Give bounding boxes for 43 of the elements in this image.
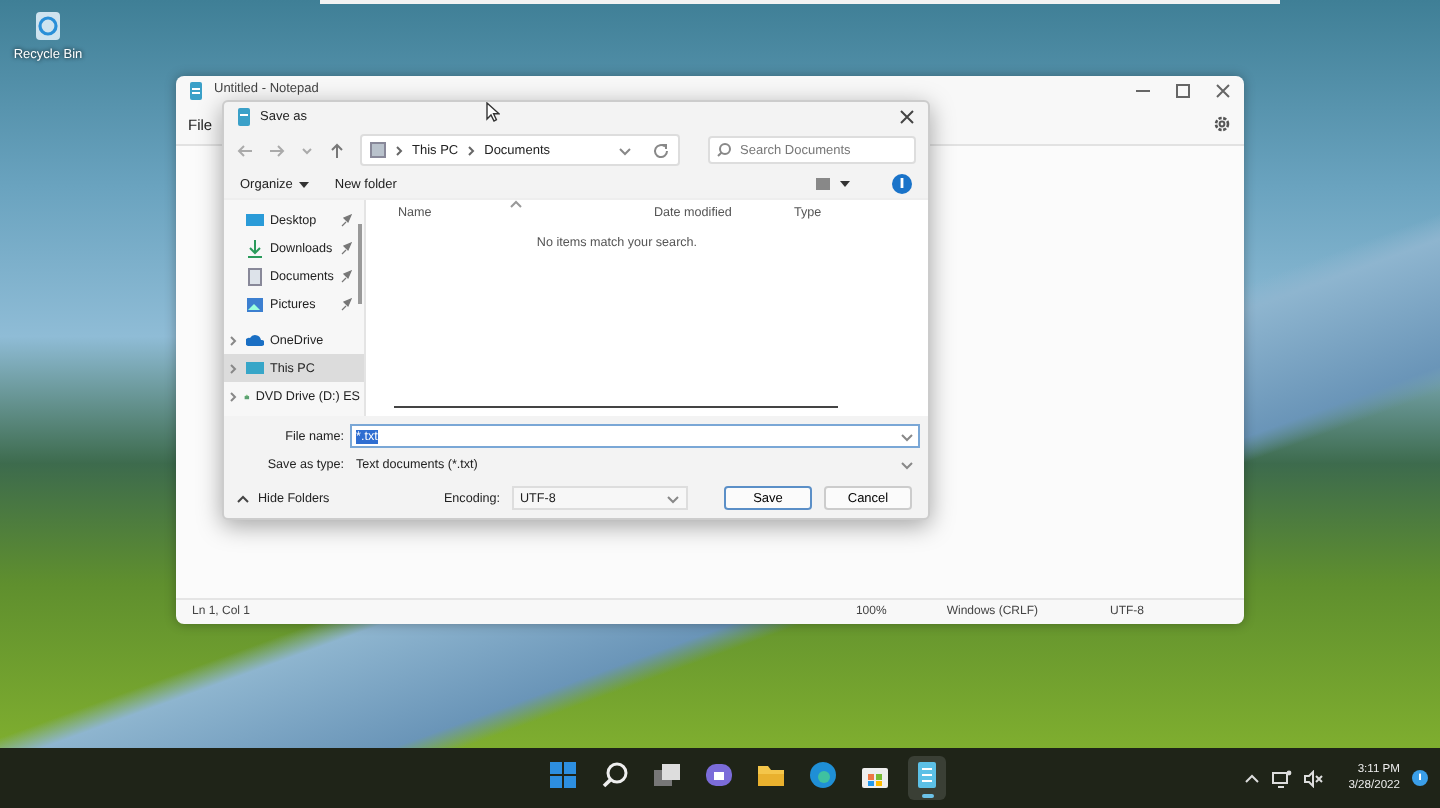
scrollbar[interactable] xyxy=(358,224,362,304)
pin-icon xyxy=(340,269,352,283)
pin-icon xyxy=(340,213,352,227)
notepad-icon xyxy=(236,107,252,125)
search-icon[interactable] xyxy=(600,759,630,789)
close-icon[interactable] xyxy=(1214,81,1232,99)
chevron-up-icon[interactable] xyxy=(1244,772,1261,784)
network-icon[interactable] xyxy=(1272,769,1293,787)
maximize-icon[interactable] xyxy=(1174,81,1192,99)
muted-speaker-icon[interactable] xyxy=(1304,769,1325,787)
start-icon[interactable] xyxy=(548,759,578,789)
chevron-up-icon xyxy=(236,493,250,503)
chat-icon[interactable] xyxy=(704,759,734,789)
recycle-bin-icon[interactable] xyxy=(30,8,66,44)
search-icon xyxy=(716,142,732,158)
chevron-right-icon xyxy=(466,143,477,157)
notepad-icon[interactable] xyxy=(912,759,942,789)
close-icon[interactable] xyxy=(898,107,916,125)
pin-icon xyxy=(340,241,352,255)
caret-icon xyxy=(298,179,311,189)
cloud-icon xyxy=(246,331,264,349)
chevron-down-icon[interactable] xyxy=(618,143,632,157)
picture-icon xyxy=(246,295,264,313)
chevron-down-icon xyxy=(666,491,680,505)
chevron-right-icon xyxy=(394,143,404,157)
up-arrow-icon[interactable] xyxy=(328,141,346,159)
refresh-icon[interactable] xyxy=(652,141,670,159)
scrollbar[interactable] xyxy=(394,406,838,408)
active-indicator xyxy=(921,793,933,797)
notepad-icon xyxy=(188,81,204,99)
help-icon[interactable] xyxy=(892,174,912,194)
notification-icon[interactable] xyxy=(1412,770,1428,786)
browser-icon[interactable] xyxy=(808,759,838,789)
view-options-icon[interactable] xyxy=(816,176,852,192)
download-icon xyxy=(246,239,264,257)
desktop-icon xyxy=(246,211,264,229)
computer-icon xyxy=(246,359,264,377)
computer-icon xyxy=(370,142,386,158)
settings-icon[interactable] xyxy=(1212,114,1232,134)
document-icon xyxy=(246,267,264,285)
sort-caret-icon xyxy=(510,200,522,208)
pin-icon xyxy=(340,297,352,311)
task-view-icon[interactable] xyxy=(652,759,682,789)
